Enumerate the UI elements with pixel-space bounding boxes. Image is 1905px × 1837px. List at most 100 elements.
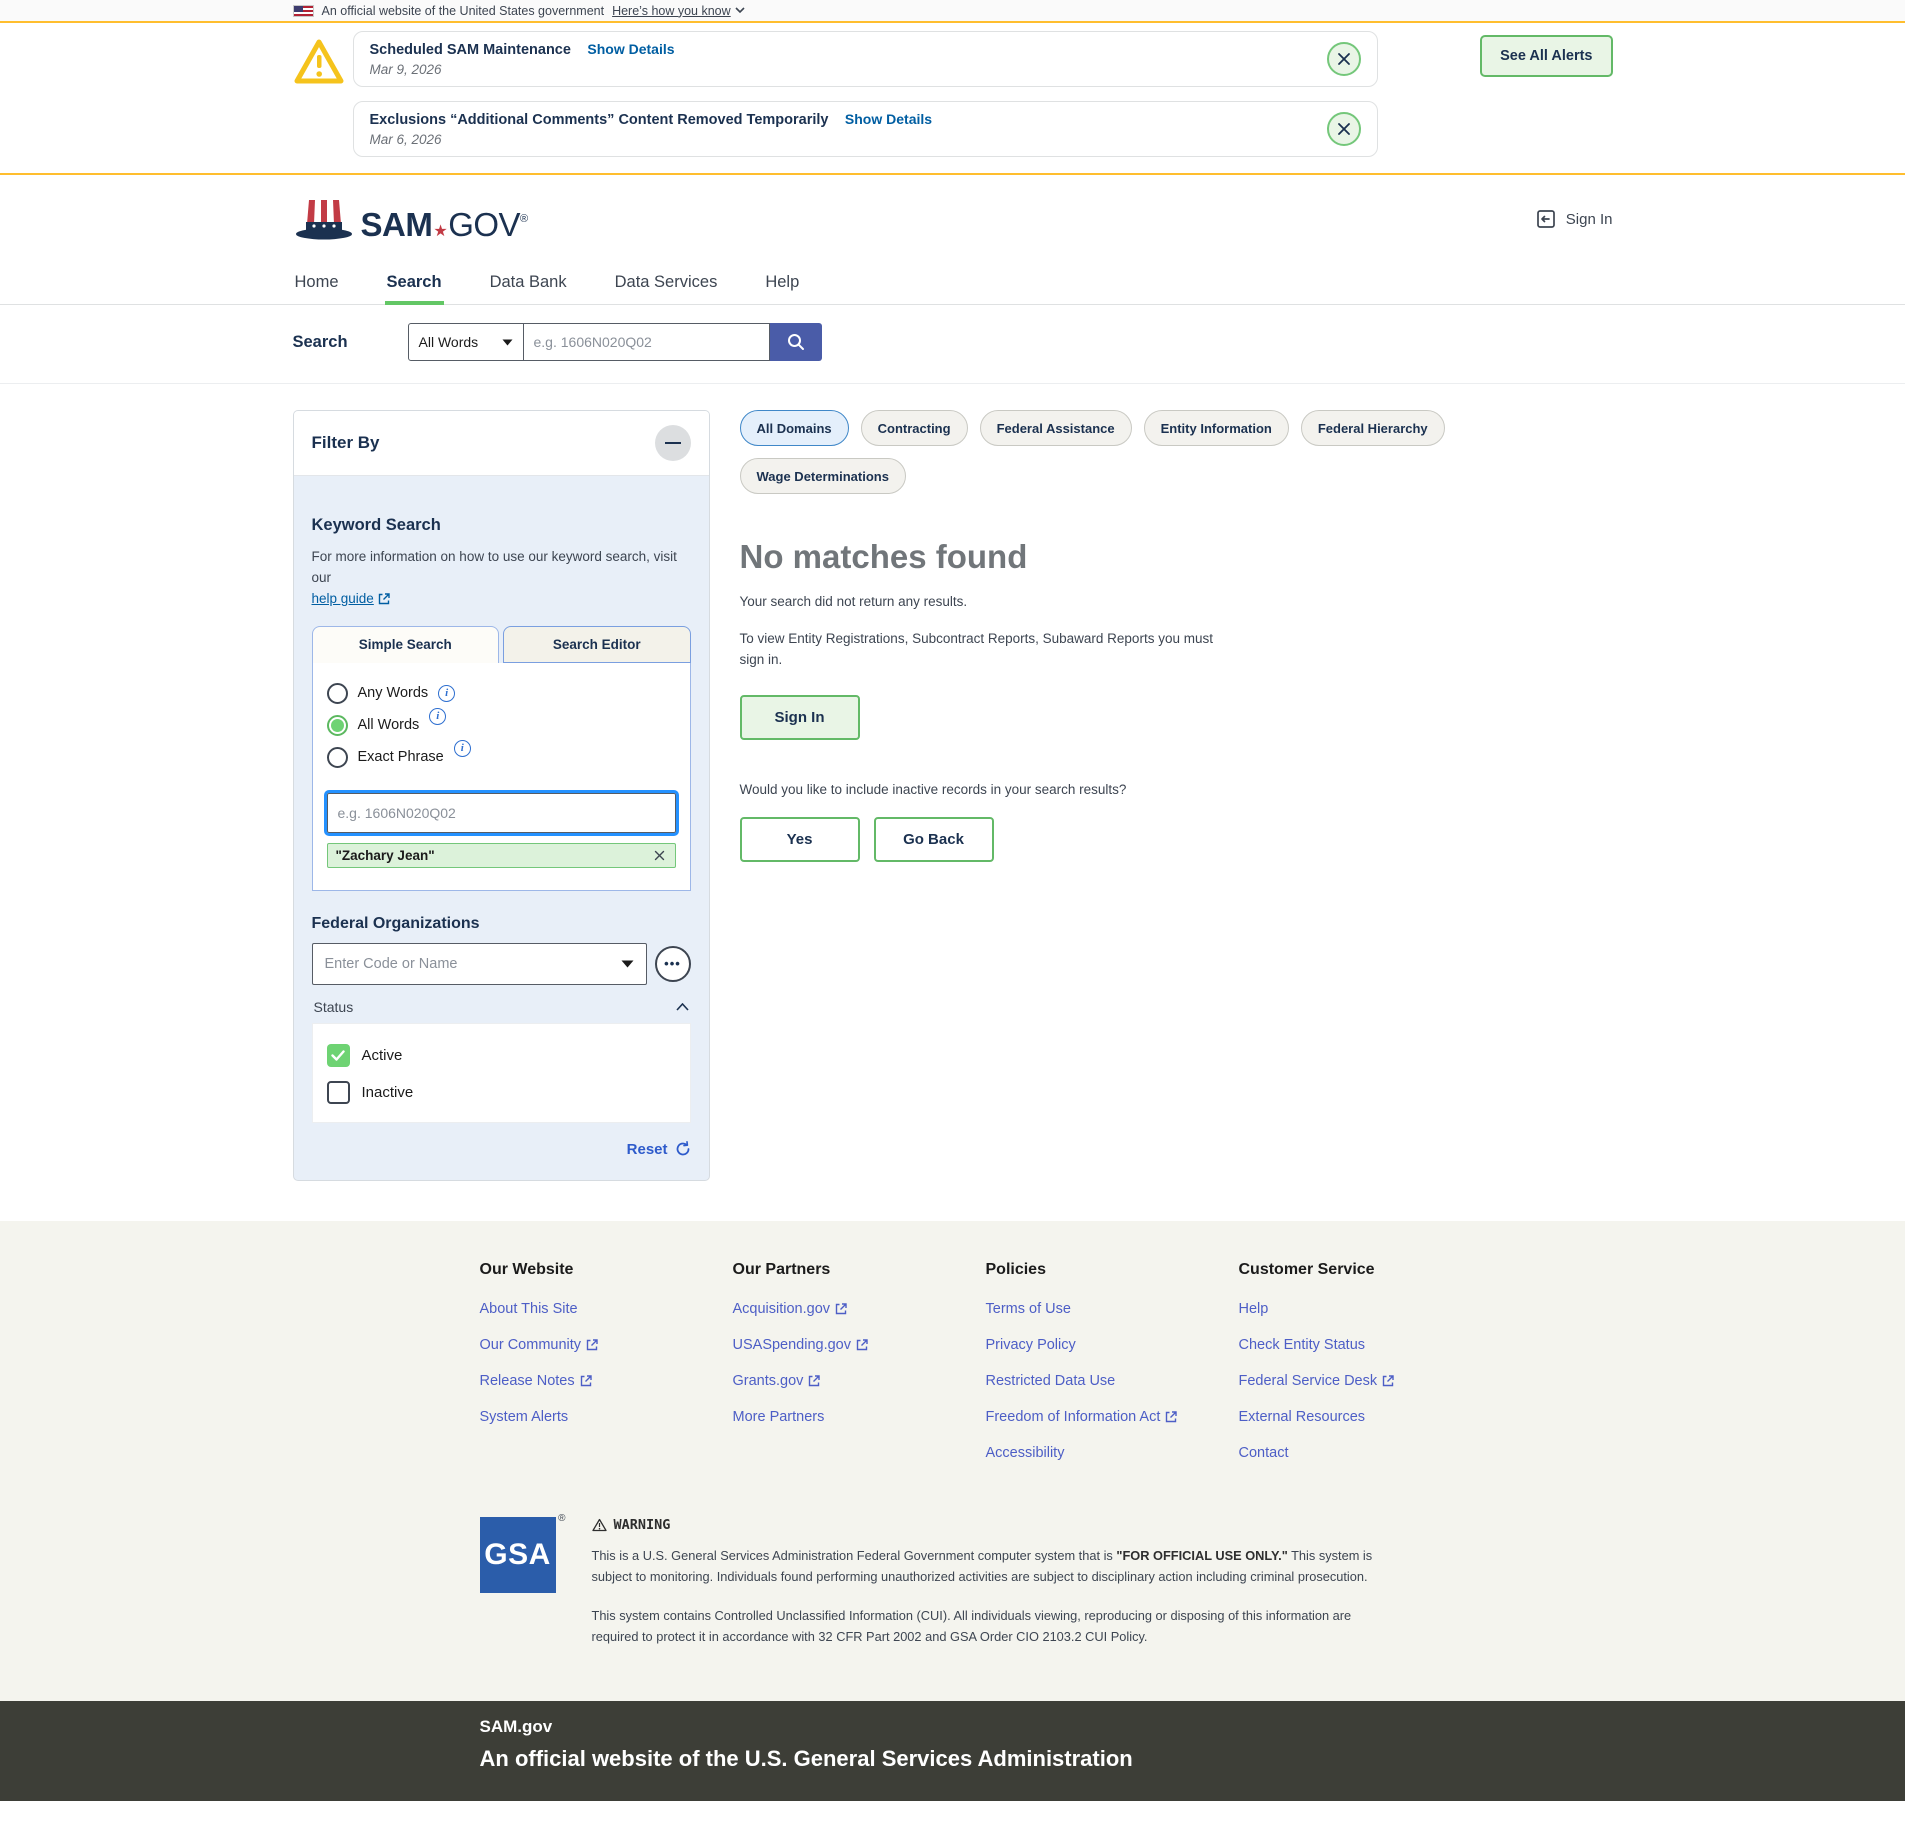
alert-title: Exclusions “Additional Comments” Content… — [370, 112, 829, 128]
footer-link-label: Release Notes — [480, 1373, 575, 1389]
footer-heading: Policies — [986, 1261, 1239, 1279]
footer-link-label: Acquisition.gov — [733, 1301, 831, 1317]
pill-entity-information[interactable]: Entity Information — [1144, 410, 1289, 446]
footer-link-contact[interactable]: Contact — [1239, 1445, 1492, 1461]
banner-text: An official website of the United States… — [322, 4, 605, 18]
uncle-sam-hat-icon — [293, 194, 355, 244]
footer-heading: Customer Service — [1239, 1261, 1492, 1279]
keyword-chip-label: "Zachary Jean" — [336, 848, 435, 863]
footer-link-grants-gov[interactable]: Grants.gov — [733, 1373, 986, 1389]
warning-paragraph-1: This is a U.S. General Services Administ… — [592, 1545, 1392, 1587]
radio-all-words-label: All Words — [358, 717, 420, 733]
nav-item-help[interactable]: Help — [763, 263, 801, 304]
nav-item-data-services[interactable]: Data Services — [613, 263, 720, 304]
pill-contracting[interactable]: Contracting — [861, 410, 968, 446]
warning-triangle-icon — [293, 31, 353, 87]
see-all-alerts-button[interactable]: See All Alerts — [1480, 35, 1612, 77]
alert-show-details-link[interactable]: Show Details — [845, 111, 932, 127]
footer-link-privacy-policy[interactable]: Privacy Policy — [986, 1337, 1239, 1353]
checkbox-inactive-unchecked[interactable] — [327, 1081, 350, 1104]
bottom-site-name: SAM.gov — [480, 1717, 1613, 1737]
search-mode-select[interactable]: All Words — [408, 323, 524, 361]
footer-col-policies: Policies Terms of Use Privacy Policy Res… — [986, 1261, 1239, 1481]
warning-paragraph-2: This system contains Controlled Unclassi… — [592, 1605, 1392, 1647]
nav-item-home[interactable]: Home — [293, 263, 341, 304]
sign-in-button[interactable]: Sign In — [740, 695, 860, 740]
logo-sam-text: SAM — [361, 206, 433, 244]
footer-link-system-alerts[interactable]: System Alerts — [480, 1409, 733, 1425]
nav-item-data-bank[interactable]: Data Bank — [488, 263, 569, 304]
org-more-options-button[interactable]: ••• — [655, 946, 691, 982]
footer-link-help[interactable]: Help — [1239, 1301, 1492, 1317]
filter-panel-title: Filter By — [312, 433, 380, 453]
chip-remove-button[interactable] — [652, 850, 667, 861]
banner-how-you-know-link[interactable]: Here’s how you know — [612, 4, 745, 18]
footer-link-our-community[interactable]: Our Community — [480, 1337, 733, 1353]
footer-link-external-resources[interactable]: External Resources — [1239, 1409, 1492, 1425]
status-section-toggle[interactable]: Status — [314, 999, 689, 1015]
search-submit-button[interactable] — [770, 323, 822, 361]
pill-federal-assistance[interactable]: Federal Assistance — [980, 410, 1132, 446]
go-back-button[interactable]: Go Back — [874, 817, 994, 862]
info-icon[interactable]: i — [429, 708, 446, 725]
alert-close-button[interactable] — [1327, 112, 1361, 146]
footer-link-terms-of-use[interactable]: Terms of Use — [986, 1301, 1239, 1317]
pill-wage-determinations[interactable]: Wage Determinations — [740, 458, 906, 494]
checkbox-active-checked[interactable] — [327, 1044, 350, 1067]
tab-simple-search[interactable]: Simple Search — [312, 626, 500, 663]
footer-link-release-notes[interactable]: Release Notes — [480, 1373, 733, 1389]
footer-link-foia[interactable]: Freedom of Information Act — [986, 1409, 1239, 1425]
radio-exact-phrase[interactable] — [327, 747, 348, 768]
footer-link-restricted-data-use[interactable]: Restricted Data Use — [986, 1373, 1239, 1389]
sam-gov-logo[interactable]: SAM★GOV® — [293, 194, 528, 244]
status-inactive-label: Inactive — [362, 1084, 414, 1101]
close-icon — [1337, 122, 1351, 136]
footer-link-label: Contact — [1239, 1445, 1289, 1461]
footer-link-about-this-site[interactable]: About This Site — [480, 1301, 733, 1317]
external-link-icon — [835, 1303, 847, 1315]
keyword-chip: "Zachary Jean" — [327, 843, 676, 868]
footer-link-usaspending-gov[interactable]: USASpending.gov — [733, 1337, 986, 1353]
no-matches-title: No matches found — [740, 538, 1613, 576]
yes-button[interactable]: Yes — [740, 817, 860, 862]
warning-block: WARNING This is a U.S. General Services … — [592, 1517, 1392, 1665]
check-icon — [331, 1050, 345, 1061]
bottom-tagline: An official website of the U.S. General … — [480, 1746, 1613, 1772]
status-inactive-option[interactable]: Inactive — [327, 1081, 676, 1104]
federal-organizations-select[interactable]: Enter Code or Name — [312, 943, 647, 985]
pill-federal-hierarchy[interactable]: Federal Hierarchy — [1301, 410, 1445, 446]
footer-link-label: Federal Service Desk — [1239, 1373, 1378, 1389]
tab-search-editor[interactable]: Search Editor — [503, 626, 691, 663]
footer-link-acquisition-gov[interactable]: Acquisition.gov — [733, 1301, 986, 1317]
reset-filters-link[interactable]: Reset — [312, 1141, 691, 1162]
radio-exact-phrase-label: Exact Phrase — [358, 749, 444, 765]
footer-link-federal-service-desk[interactable]: Federal Service Desk — [1239, 1373, 1492, 1389]
footer-heading: Our Partners — [733, 1261, 986, 1279]
external-link-icon — [586, 1339, 598, 1351]
alert-show-details-link[interactable]: Show Details — [587, 41, 674, 57]
simple-search-panel: Any Words i All Words i Exact Phrase i — [312, 663, 691, 891]
gsa-logo-text: GSA — [480, 1517, 556, 1593]
filter-collapse-button[interactable] — [655, 425, 691, 461]
keyword-input[interactable] — [327, 793, 676, 833]
radio-all-words[interactable] — [327, 715, 348, 736]
search-input[interactable] — [524, 323, 770, 361]
help-guide-link[interactable]: help guide — [312, 589, 390, 610]
status-label: Status — [314, 999, 354, 1015]
header-sign-in-link[interactable]: Sign In — [1534, 207, 1613, 231]
footer-link-more-partners[interactable]: More Partners — [733, 1409, 986, 1425]
pill-all-domains[interactable]: All Domains — [740, 410, 849, 446]
footer-link-check-entity-status[interactable]: Check Entity Status — [1239, 1337, 1492, 1353]
external-link-icon — [378, 593, 390, 605]
ellipsis-icon: ••• — [664, 956, 681, 971]
alert-close-button[interactable] — [1327, 42, 1361, 76]
nav-item-search[interactable]: Search — [385, 263, 444, 304]
footer-link-accessibility[interactable]: Accessibility — [986, 1445, 1239, 1461]
footer-link-label: Privacy Policy — [986, 1337, 1076, 1353]
info-icon[interactable]: i — [454, 740, 471, 757]
alert-date: Mar 9, 2026 — [370, 62, 675, 77]
info-icon[interactable]: i — [438, 685, 455, 702]
footer-link-label: Terms of Use — [986, 1301, 1071, 1317]
status-active-option[interactable]: Active — [327, 1044, 676, 1067]
radio-any-words[interactable] — [327, 683, 348, 704]
